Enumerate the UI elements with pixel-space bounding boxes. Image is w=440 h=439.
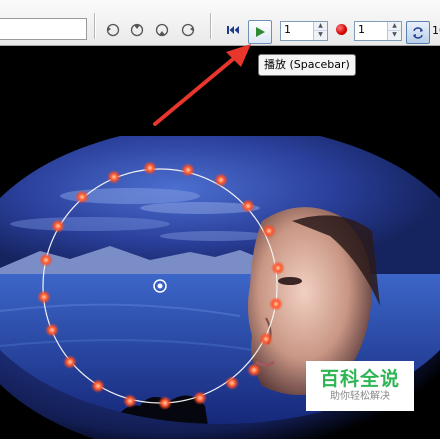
watermark-subtitle: 助你轻松解决 (330, 391, 390, 402)
rotate-up-button[interactable] (153, 20, 171, 40)
rotate-up-icon (155, 23, 169, 37)
play-icon (256, 27, 265, 37)
spinner-arrows[interactable]: ▲ ▼ (313, 22, 327, 40)
animation-canvas[interactable]: 百科全说 助你轻松解决 (0, 46, 440, 439)
spinner-arrows[interactable]: ▲ ▼ (387, 22, 401, 40)
rotate-left-button[interactable] (104, 20, 122, 40)
play-button[interactable] (248, 20, 272, 44)
repeat-count-value: 1 (358, 23, 365, 36)
start-frame-spinner[interactable]: 1 ▲ ▼ (280, 21, 328, 41)
rotate-down-button[interactable] (128, 20, 146, 40)
rewind-to-start-icon (227, 26, 239, 34)
play-tooltip: 播放 (Spacebar) (258, 54, 356, 76)
record-icon[interactable] (336, 24, 347, 35)
rotate-left-icon (106, 23, 120, 37)
rotate-right-icon (181, 23, 195, 37)
rotate-right-button[interactable] (179, 20, 197, 40)
rewind-button[interactable] (224, 20, 242, 40)
cut-off-label: 10 (432, 24, 440, 37)
toolbar-text-field[interactable] (0, 18, 87, 40)
toolbar-separator (94, 13, 95, 39)
repeat-count-spinner[interactable]: 1 ▲ ▼ (354, 21, 402, 41)
loop-icon (413, 26, 423, 39)
watermark-title: 百科全说 (319, 368, 400, 390)
toolbar: 1 ▲▼ 1 ▲▼ 10 (0, 0, 440, 46)
start-frame-value: 1 (284, 23, 291, 36)
watermark-logo: 百科全说 助你轻松解决 (306, 361, 414, 411)
rotate-down-icon (130, 23, 144, 37)
toolbar-separator (210, 13, 211, 39)
loop-button[interactable] (406, 21, 430, 44)
